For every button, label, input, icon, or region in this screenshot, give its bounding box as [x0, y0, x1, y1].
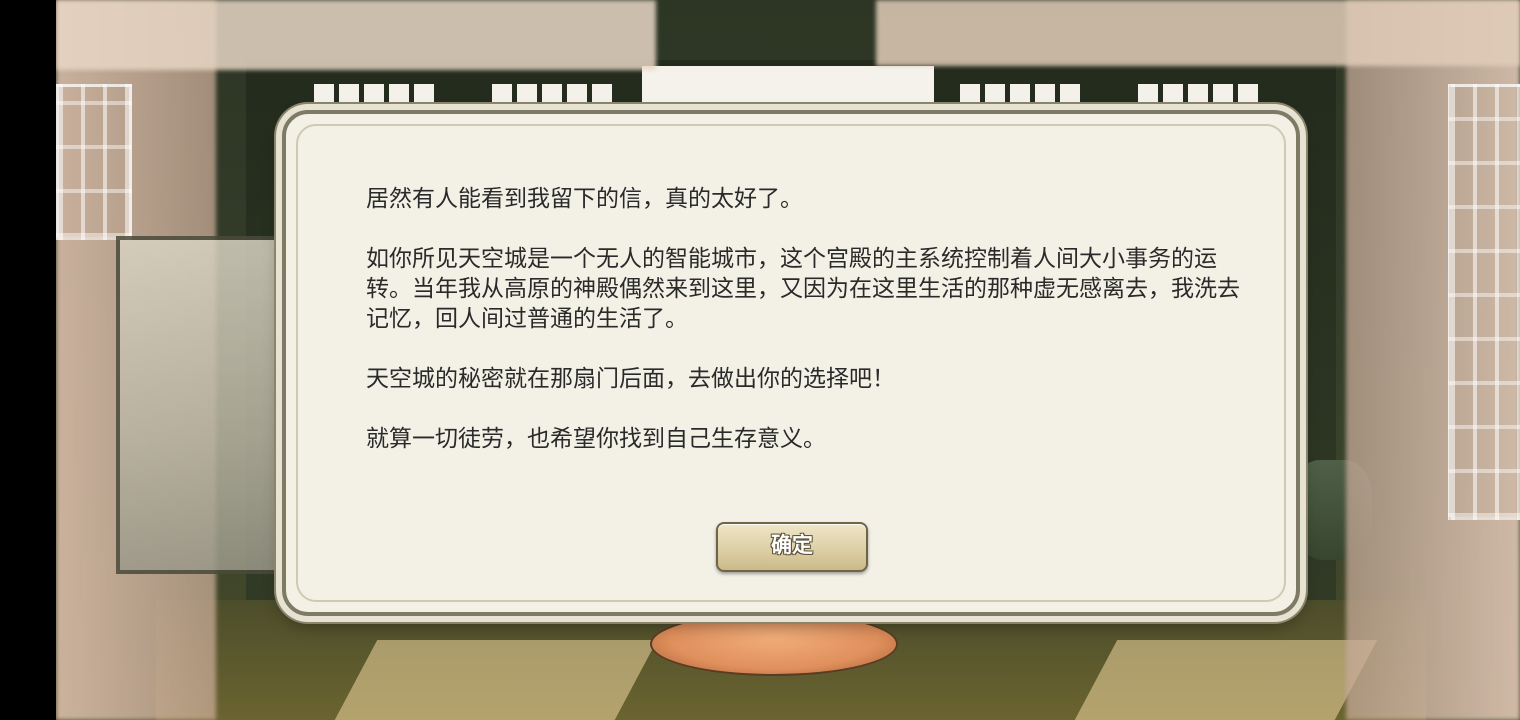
left-black-bar: [0, 0, 56, 720]
foreground-beam-left: [56, 0, 656, 70]
game-screen: 居然有人能看到我留下的信，真的太好了。 如你所见天空城是一个无人的智能城市，这个…: [0, 0, 1520, 720]
letter-dialog: 居然有人能看到我留下的信，真的太好了。 如你所见天空城是一个无人的智能城市，这个…: [282, 110, 1300, 616]
round-cushion: [650, 612, 898, 676]
foreground-beam-right: [876, 0, 1520, 66]
folding-screen-painting: [116, 236, 284, 574]
letter-paragraph-1: 居然有人能看到我留下的信，真的太好了。: [366, 186, 803, 212]
confirm-button[interactable]: 确定: [716, 522, 868, 572]
letter-paragraph-2: 如你所见天空城是一个无人的智能城市，这个宫殿的主系统控制着人间大小事务的运转。当…: [366, 246, 1240, 332]
letter-message: 居然有人能看到我留下的信，真的太好了。 如你所见天空城是一个无人的智能城市，这个…: [366, 184, 1246, 484]
lattice-window-left: [56, 84, 132, 240]
lattice-window-right: [1448, 84, 1520, 520]
sunlight-patch-right: [1074, 640, 1378, 720]
letter-paragraph-3: 天空城的秘密就在那扇门后面，去做出你的选择吧！: [366, 366, 895, 392]
letter-paragraph-4: 就算一切徒劳，也希望你找到自己生存意义。: [366, 426, 826, 452]
sunlight-patch-left: [334, 640, 658, 720]
ceiling-panel: [642, 66, 934, 116]
